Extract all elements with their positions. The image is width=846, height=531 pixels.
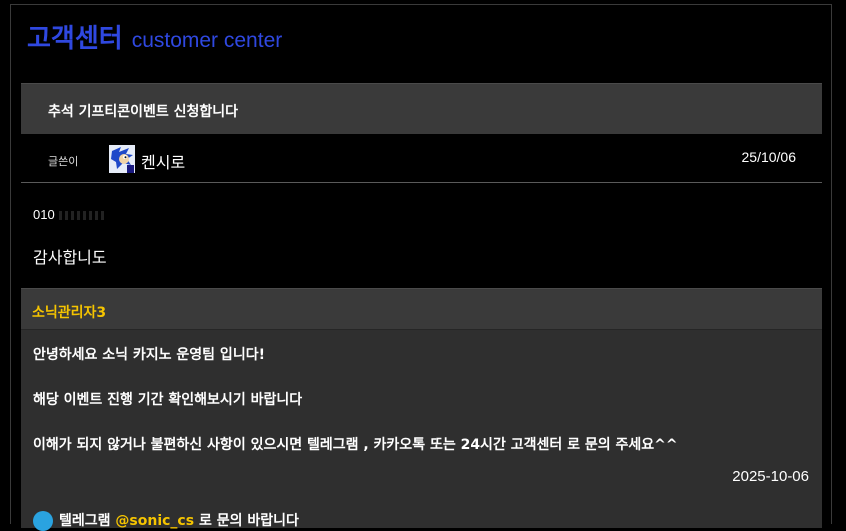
reply-contact-line: 텔레그램 @sonic_cs 로 문의 바랍니다 (33, 510, 299, 531)
author-name[interactable]: 켄시로 (141, 149, 185, 173)
phone-prefix: 010 (33, 207, 55, 222)
post-meta: 글쓴이 켄시로 25/10/06 (21, 135, 822, 183)
reply-author: 소닉관리자3 (32, 305, 107, 321)
reply-comment: 소닉관리자3 안녕하세요 소닉 카지노 운영팀 입니다! 해당 이벤트 진행 기… (21, 288, 822, 531)
reply-body: 안녕하세요 소닉 카지노 운영팀 입니다! 해당 이벤트 진행 기간 확인해보시… (33, 344, 733, 479)
header-title-en: customer center (131, 29, 283, 52)
avatar[interactable] (109, 145, 135, 173)
telegram-icon (33, 511, 53, 531)
reply-line: 해당 이벤트 진행 기간 확인해보시기 바랍니다 (33, 392, 303, 408)
post-title: 추석 기프티콘이벤트 신청합니다 (48, 104, 239, 120)
post-header: 추석 기프티콘이벤트 신청합니다 (21, 83, 822, 134)
post-message: 감사합니도 (33, 248, 107, 267)
header-title-ko: 고객센터 (27, 24, 123, 54)
author-label: 글쓴이 (48, 155, 79, 168)
reply-date: 2025-10-06 (732, 468, 809, 485)
reply-header: 소닉관리자3 (21, 288, 822, 330)
contact-suffix: 로 문의 바랍니다 (198, 513, 299, 529)
post-date: 25/10/06 (741, 149, 797, 165)
reply-line: 안녕하세요 소닉 카지노 운영팀 입니다! (33, 347, 265, 363)
contact-handle[interactable]: @sonic_cs (115, 513, 194, 529)
reply-line: 이해가 되지 않거나 불편하신 사항이 있으시면 텔레그램 , 카카오톡 또는 … (33, 437, 678, 453)
phone-redacted (58, 211, 107, 221)
contact-prefix: 텔레그램 (59, 513, 111, 529)
post-phone: 010 (33, 207, 107, 222)
site-header: 고객센터 customer center (27, 18, 282, 54)
